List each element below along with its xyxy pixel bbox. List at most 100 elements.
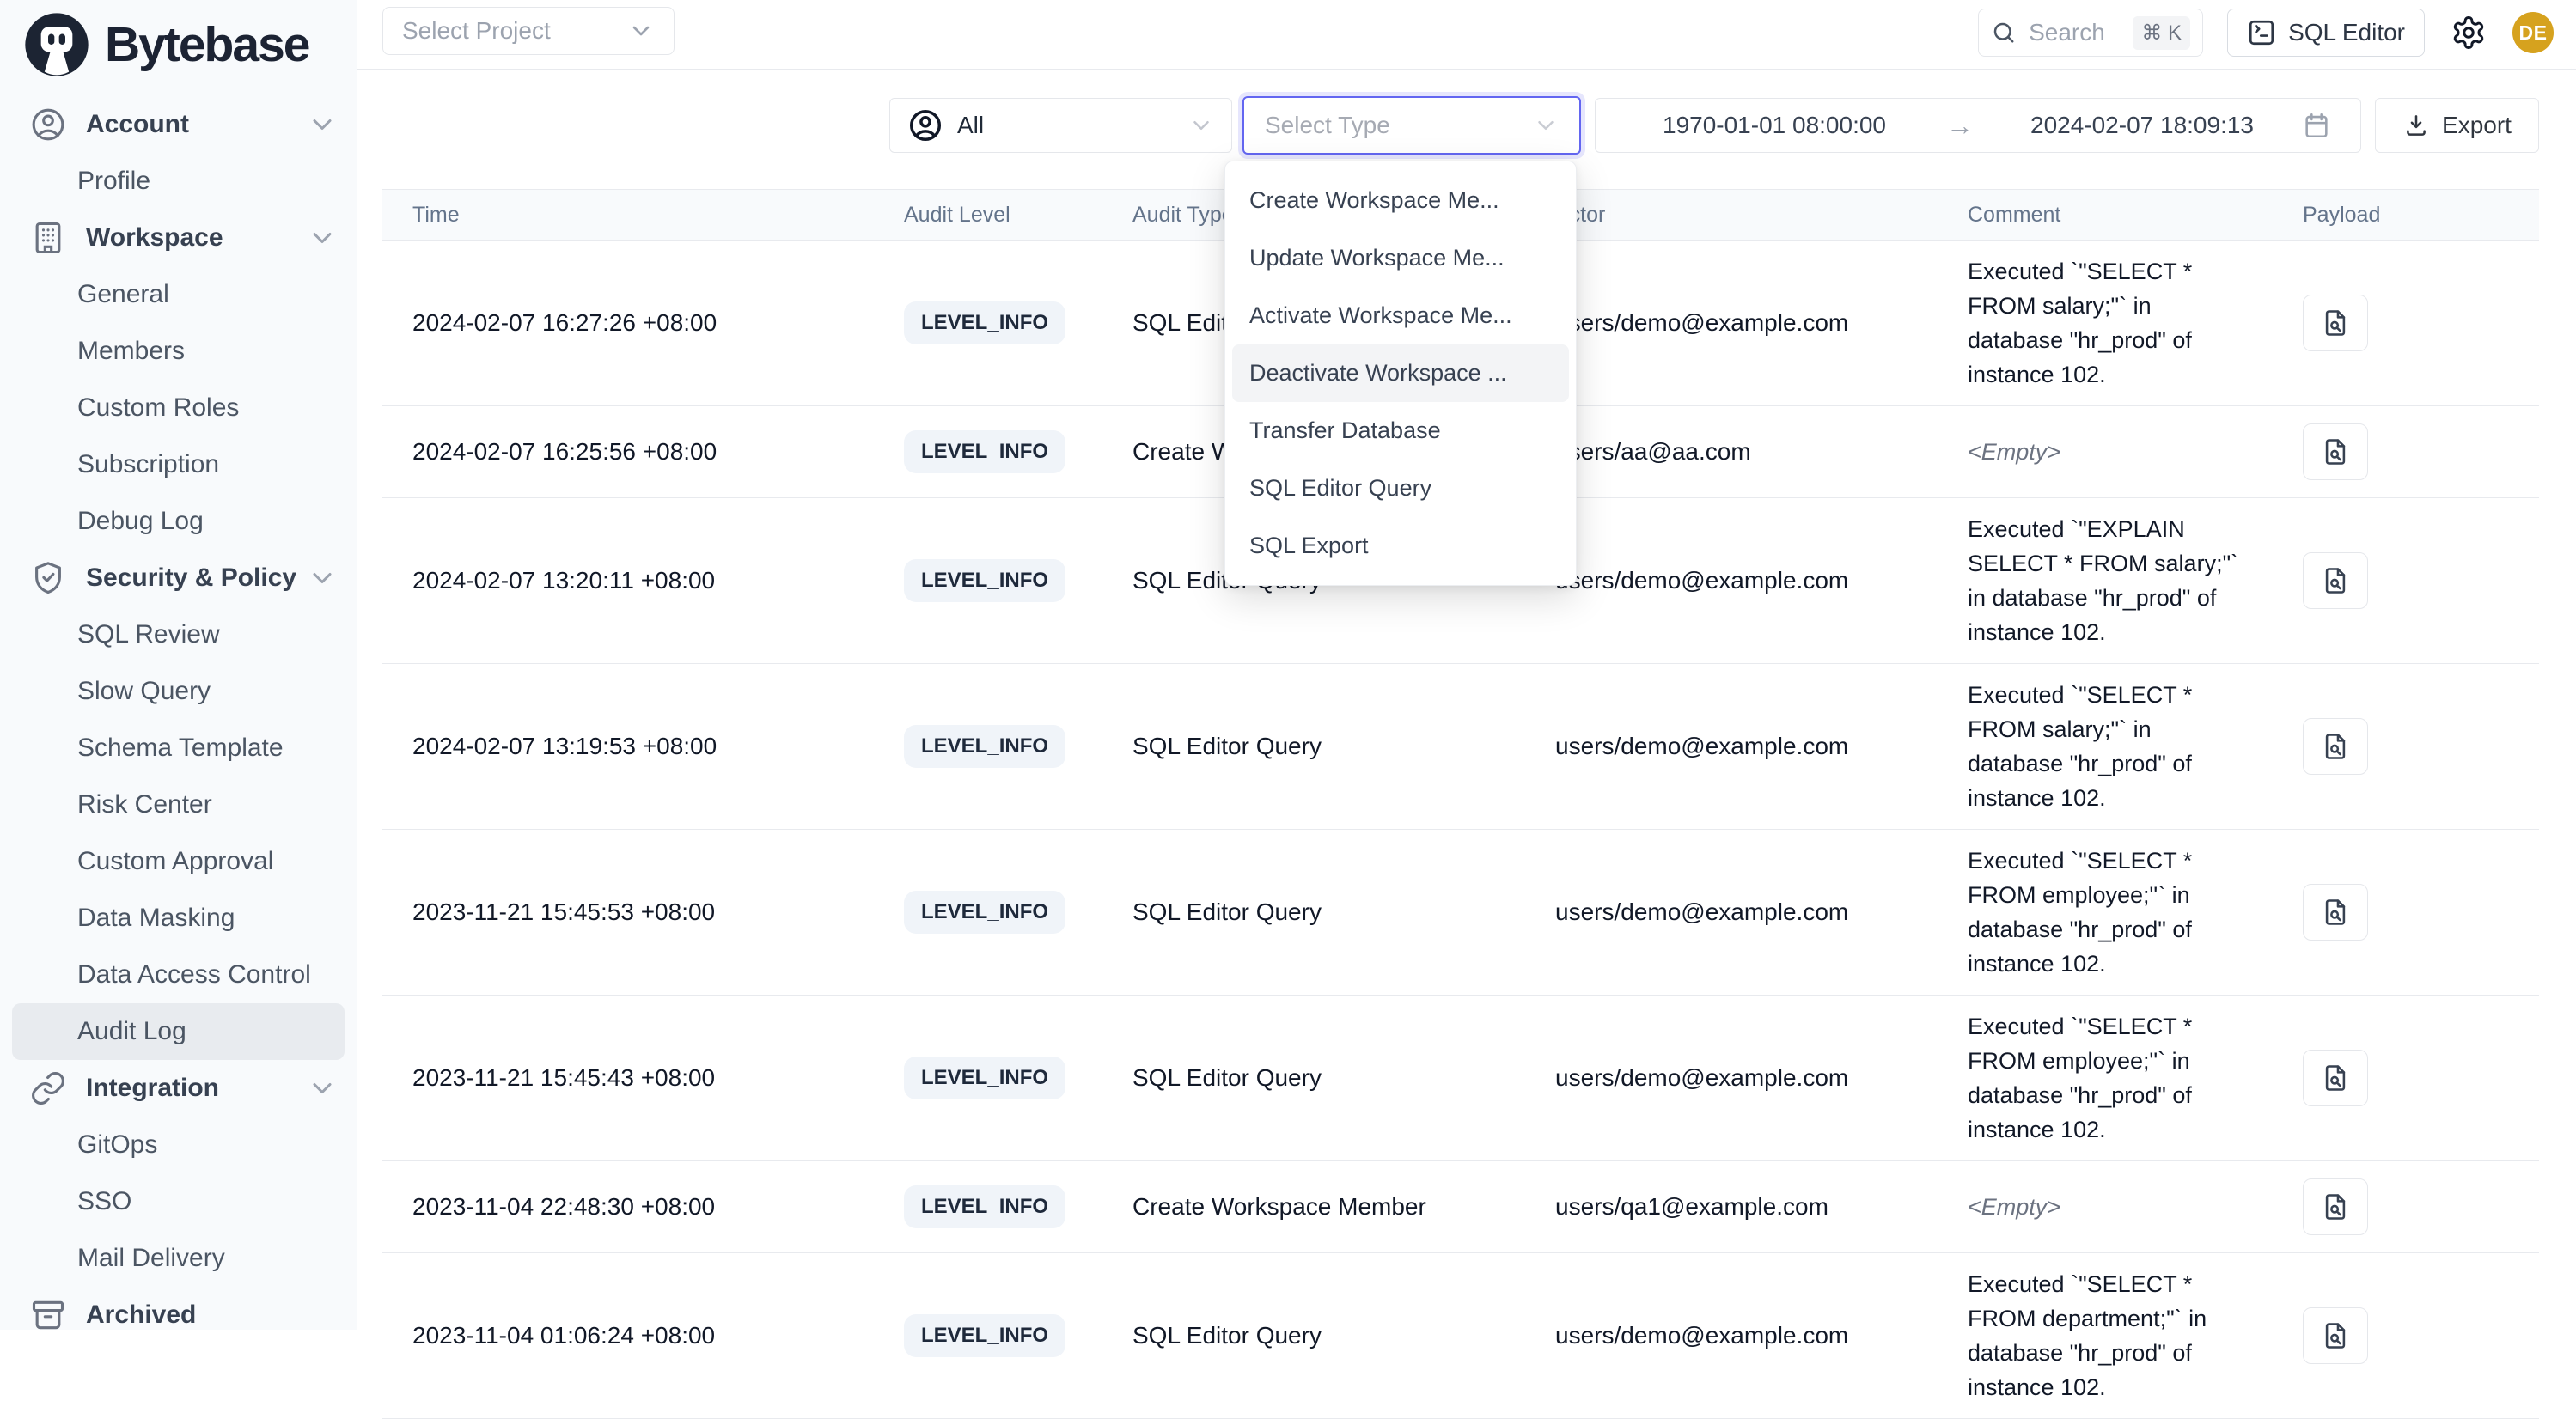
actor-filter-select[interactable]: All (889, 98, 1232, 153)
sidebar-section-workspace[interactable]: Workspace (0, 210, 357, 266)
type-filter-select[interactable]: Select Type (1242, 96, 1581, 155)
sidebar-item-data-masking[interactable]: Data Masking (0, 890, 357, 947)
chevron-down-icon (1188, 113, 1214, 138)
cell-payload (2303, 295, 2539, 351)
sidebar-section-label: Integration (86, 1074, 219, 1103)
dropdown-option-deactivate-workspace[interactable]: Deactivate Workspace ... (1232, 344, 1569, 402)
level-badge: LEVEL_INFO (904, 1314, 1065, 1357)
sidebar-section-account[interactable]: Account (0, 96, 357, 153)
cell-payload (2303, 884, 2539, 941)
chevron-down-icon (1533, 113, 1559, 138)
avatar[interactable]: DE (2512, 12, 2554, 53)
bytebase-logo[interactable]: Bytebase (0, 0, 357, 79)
sql-editor-button[interactable]: SQL Editor (2227, 9, 2425, 57)
brand-name: Bytebase (105, 16, 308, 73)
date-range-picker[interactable]: 1970-01-01 08:00:00 → 2024-02-07 18:09:1… (1595, 98, 2361, 153)
sidebar-item-gitops[interactable]: GitOps (0, 1117, 357, 1173)
file-search-icon (2320, 1191, 2351, 1222)
sidebar-item-debug-log[interactable]: Debug Log (0, 493, 357, 550)
dropdown-option-transfer-database[interactable]: Transfer Database (1232, 402, 1569, 460)
dropdown-option-create-workspace-me[interactable]: Create Workspace Me... (1232, 172, 1569, 229)
cell-audit-level: LEVEL_INFO (904, 1057, 1132, 1099)
table-row: 2023-11-04 22:48:30 +08:00LEVEL_INFO Crea… (382, 1161, 2539, 1253)
search-input[interactable] (2027, 18, 2122, 47)
level-badge: LEVEL_INFO (904, 1185, 1065, 1228)
cell-comment: Executed `"SELECT * FROM salary;"` in da… (1968, 678, 2303, 815)
view-payload-button[interactable] (2303, 884, 2368, 941)
comment-text: Executed `"EXPLAIN SELECT * FROM salary;… (1968, 512, 2303, 649)
sidebar-section-archived[interactable]: Archived (0, 1287, 357, 1343)
cell-audit-type: Create Workspace Member (1132, 1193, 1555, 1221)
cell-audit-level: LEVEL_INFO (904, 891, 1132, 934)
sql-editor-label: SQL Editor (2288, 19, 2405, 46)
table-row: 2023-11-04 01:06:24 +08:00LEVEL_INFOSQL … (382, 1253, 2539, 1419)
sidebar-item-data-access-control[interactable]: Data Access Control (0, 947, 357, 1003)
global-search[interactable]: ⌘ K (1978, 9, 2203, 57)
cell-actor: users/demo@example.com (1555, 898, 1968, 926)
cell-audit-level: LEVEL_INFO (904, 725, 1132, 768)
sidebar-item-custom-roles[interactable]: Custom Roles (0, 380, 357, 436)
cell-payload (2303, 1050, 2539, 1106)
chevron-down-icon (307, 109, 338, 140)
sidebar-item-sql-review[interactable]: SQL Review (0, 606, 357, 663)
sidebar-item-risk-center[interactable]: Risk Center (0, 776, 357, 833)
sidebar-item-label: Subscription (77, 450, 219, 479)
column-header-comment: Comment (1968, 203, 2303, 228)
sidebar-item-label: General (77, 280, 169, 309)
arrow-right-icon: → (1946, 110, 1974, 142)
export-button[interactable]: Export (2375, 98, 2539, 153)
sidebar-item-subscription[interactable]: Subscription (0, 436, 357, 493)
cell-audit-type: SQL Editor Query (1132, 898, 1555, 926)
topbar: Select Project ⌘ K SQL Editor DE (357, 0, 2576, 70)
sidebar: Bytebase AccountProfileWorkspace General M… (0, 0, 357, 1330)
sidebar-item-general[interactable]: General (0, 266, 357, 323)
view-payload-button[interactable] (2303, 295, 2368, 351)
dropdown-option-sql-export[interactable]: SQL Export (1232, 517, 1569, 575)
sidebar-item-audit-log[interactable]: Audit Log (12, 1003, 345, 1060)
project-select[interactable]: Select Project (382, 7, 675, 55)
cell-audit-level: LEVEL_INFO (904, 1314, 1132, 1357)
sidebar-nav: AccountProfileWorkspaceGeneralMembersCus… (0, 96, 357, 1343)
terminal-icon (2247, 18, 2276, 47)
building-icon (29, 219, 77, 257)
dropdown-option-update-workspace-me[interactable]: Update Workspace Me... (1232, 229, 1569, 287)
type-filter-dropdown: Create Workspace Me...Update Workspace M… (1224, 161, 1577, 586)
sidebar-item-profile[interactable]: Profile (0, 153, 357, 210)
sidebar-item-mail-delivery[interactable]: Mail Delivery (0, 1230, 357, 1287)
dropdown-option-sql-editor-query[interactable]: SQL Editor Query (1232, 460, 1569, 517)
file-search-icon (2320, 897, 2351, 928)
view-payload-button[interactable] (2303, 1307, 2368, 1364)
comment-text: Executed `"SELECT * FROM employee;"` in … (1968, 843, 2303, 981)
view-payload-button[interactable] (2303, 423, 2368, 480)
sidebar-section-security-policy[interactable]: Security & Policy (0, 550, 357, 606)
settings-gear-icon[interactable] (2449, 13, 2488, 52)
cell-time: 2023-11-04 22:48:30 +08:00 (382, 1193, 904, 1221)
sidebar-section-integration[interactable]: Integration (0, 1060, 357, 1117)
sidebar-item-label: SSO (77, 1187, 131, 1216)
sidebar-item-schema-template[interactable]: Schema Template (0, 720, 357, 776)
sidebar-item-label: Schema Template (77, 734, 284, 763)
sidebar-item-custom-approval[interactable]: Custom Approval (0, 833, 357, 890)
view-payload-button[interactable] (2303, 1178, 2368, 1235)
sidebar-item-members[interactable]: Members (0, 323, 357, 380)
cell-payload (2303, 1178, 2539, 1235)
level-badge: LEVEL_INFO (904, 1057, 1065, 1099)
view-payload-button[interactable] (2303, 718, 2368, 775)
chevron-down-icon (307, 563, 338, 594)
cell-actor: users/demo@example.com (1555, 1064, 1968, 1092)
date-range-start[interactable]: 1970-01-01 08:00:00 (1663, 112, 1886, 139)
table-row: 2023-11-21 15:45:43 +08:00LEVEL_INFOSQL … (382, 996, 2539, 1161)
cell-actor: users/demo@example.com (1555, 1322, 1968, 1349)
column-header-actor: Actor (1555, 203, 1968, 228)
view-payload-button[interactable] (2303, 1050, 2368, 1106)
view-payload-button[interactable] (2303, 552, 2368, 609)
bytebase-logo-icon (22, 10, 91, 79)
cell-comment: Executed `"SELECT * FROM department;"` i… (1968, 1267, 2303, 1404)
sidebar-item-slow-query[interactable]: Slow Query (0, 663, 357, 720)
sidebar-item-sso[interactable]: SSO (0, 1173, 357, 1230)
cell-comment: Executed `"SELECT * FROM employee;"` in … (1968, 1009, 2303, 1147)
cell-time: 2023-11-04 01:06:24 +08:00 (382, 1322, 904, 1349)
date-range-end[interactable]: 2024-02-07 18:09:13 (2030, 112, 2254, 139)
dropdown-option-activate-workspace-me[interactable]: Activate Workspace Me... (1232, 287, 1569, 344)
download-icon (2402, 112, 2430, 139)
